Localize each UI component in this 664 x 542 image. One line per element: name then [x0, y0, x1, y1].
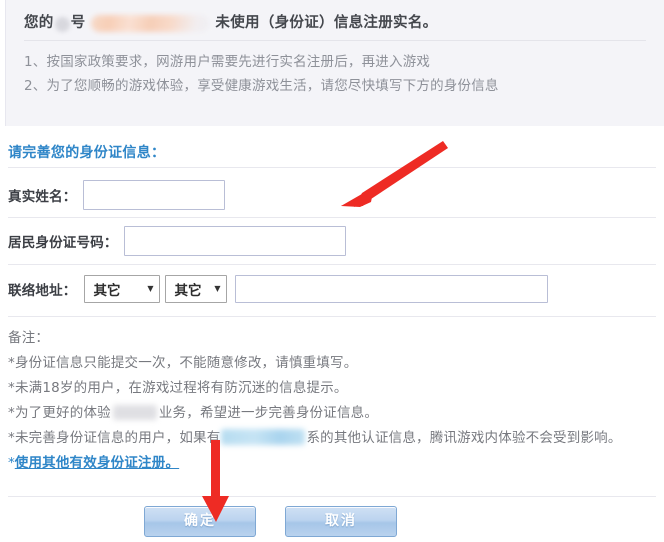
province-select[interactable]: 其它 ▼	[83, 275, 160, 303]
notice-list: 1、按国家政策要求，网游用户需要先进行实名注册后，再进入游戏 2、为了您顺畅的游…	[24, 50, 654, 98]
note-line-3: *为了更好的体验 业务，希望进一步完善身份证信息。	[8, 401, 660, 426]
address-detail-input[interactable]	[234, 275, 548, 303]
note-line-4: *未完善身份证信息的用户，如果有 系的其他认证信息，腾讯游戏内体验不会受到影响。	[8, 426, 660, 451]
field-row-address: 联络地址： 其它 ▼ 其它 ▼	[8, 274, 548, 304]
notice-line-2: 2、为了您顺畅的游戏体验，享受健康游戏生活，请您尽快填写下方的身份信息	[24, 78, 499, 94]
notice-title-suffix: 未使用（身份证）信息注册实名。	[215, 15, 438, 31]
id-card-label: 居民身份证号码：	[8, 235, 118, 251]
province-select-value: 其它	[93, 283, 121, 299]
address-label: 联络地址：	[8, 283, 77, 299]
divider-above-notes	[8, 316, 656, 317]
city-select[interactable]: 其它 ▼	[164, 275, 227, 303]
note-link-row: *使用其他有效身份证注册。	[8, 451, 660, 476]
form-heading: 请完善您的身份证信息：	[8, 145, 166, 161]
notice-title: 您的号 未使用（身份证）信息注册实名。	[24, 11, 437, 32]
annotation-arrow-pointing-to-name-field	[341, 141, 448, 207]
notice-panel: 您的号 未使用（身份证）信息注册实名。 1、按国家政策要求，网游用户需要先进行实名…	[5, 0, 664, 126]
divider-above-address	[8, 264, 656, 265]
note-link-star: *	[8, 455, 15, 471]
divider-above-idcard	[8, 217, 656, 218]
button-bar: 确定 取消	[0, 506, 664, 537]
notes-title: 备注：	[8, 330, 50, 346]
chevron-down-icon: ▼	[147, 284, 154, 293]
chevron-down-icon: ▼	[214, 284, 221, 293]
note-line-4-part-a: *未完善身份证信息的用户，如果有	[8, 430, 221, 446]
note-line-3-part-a: *为了更好的体验	[8, 405, 111, 421]
id-card-input[interactable]	[123, 226, 346, 256]
notice-line-1: 1、按国家政策要求，网游用户需要先进行实名注册后，再进入游戏	[24, 54, 431, 70]
notice-title-prefix: 您的	[24, 15, 54, 31]
notice-divider	[24, 40, 646, 41]
divider-above-name	[8, 167, 656, 168]
use-other-id-link[interactable]: 使用其他有效身份证注册。	[15, 455, 179, 471]
redacted-system-name	[221, 429, 306, 445]
cancel-button[interactable]: 取消	[285, 506, 397, 537]
redacted-account-number	[91, 14, 210, 32]
redacted-service-name	[112, 404, 157, 420]
city-select-value: 其它	[174, 283, 202, 299]
redacted-account-icon	[54, 16, 70, 32]
note-line-1: *身份证信息只能提交一次，不能随意修改，请慎重填写。	[8, 355, 358, 371]
note-line-3-part-b: 业务，希望进一步完善身份证信息。	[158, 405, 379, 421]
notes-section: 备注： *身份证信息只能提交一次，不能随意修改，请慎重填写。 *未满18岁的用户…	[8, 326, 660, 476]
confirm-button[interactable]: 确定	[144, 506, 256, 537]
divider-above-buttons	[8, 496, 656, 497]
note-line-4-part-b: 系的其他认证信息，腾讯游戏内体验不会受到影响。	[306, 430, 622, 446]
field-row-id-card: 居民身份证号码：	[8, 226, 346, 256]
notice-title-mid: 号	[70, 15, 86, 31]
realname-registration-page: 您的号 未使用（身份证）信息注册实名。 1、按国家政策要求，网游用户需要先进行实名…	[0, 0, 664, 542]
field-row-real-name: 真实姓名：	[8, 180, 225, 210]
real-name-label: 真实姓名：	[8, 189, 77, 205]
real-name-input[interactable]	[82, 180, 225, 210]
note-line-2: *未满18岁的用户，在游戏过程将有防沉迷的信息提示。	[8, 380, 348, 396]
